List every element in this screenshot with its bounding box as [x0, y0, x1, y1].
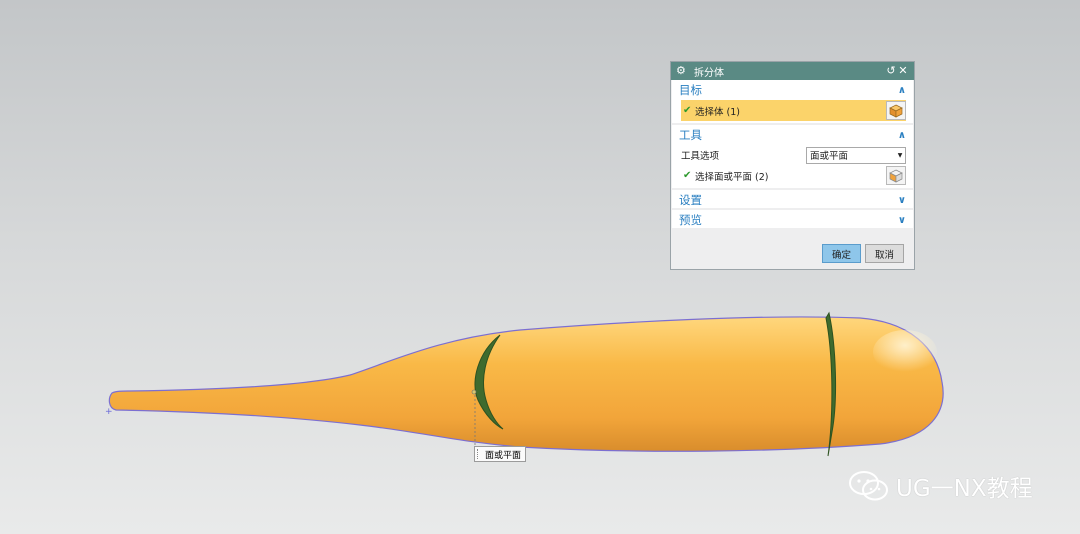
tool-option-value: 面或平面: [810, 151, 849, 162]
wechat-icon: [849, 471, 888, 501]
face-pick-point: [471, 389, 477, 395]
tool-header-label: 工具: [679, 128, 702, 142]
tool-group: 工具 ∧ 工具选项 面或平面 ▼ ✔ 选择面或平面 (2): [672, 125, 913, 190]
tooltip-text: 面或平面: [485, 450, 522, 461]
select-body-label: 选择体 (1): [695, 106, 740, 118]
origin-cross-icon: +: [105, 407, 113, 417]
graphics-viewport[interactable]: +: [0, 0, 1080, 534]
preview-header-label: 预览: [679, 213, 702, 227]
check-icon: ✔: [683, 105, 692, 116]
watermark-text: UG一NX教程: [896, 476, 1033, 502]
gear-icon[interactable]: ⚙: [676, 62, 688, 80]
preview-group: 预览 ∨: [672, 210, 913, 230]
model-canvas[interactable]: +: [0, 0, 1080, 534]
cube-icon: [889, 104, 903, 118]
tool-option-dropdown[interactable]: 面或平面 ▼: [806, 146, 906, 164]
cancel-button[interactable]: 取消: [864, 244, 904, 263]
preview-group-header[interactable]: 预览 ∨: [672, 210, 913, 230]
select-face-button[interactable]: [886, 166, 906, 185]
settings-group: 设置 ∨: [672, 190, 913, 210]
tool-group-header[interactable]: 工具 ∧: [672, 125, 913, 145]
target-header-label: 目标: [679, 83, 702, 97]
dialog-title-bar[interactable]: ⚙ 拆分体 ↺ ✕: [671, 62, 914, 80]
watermark: UG一NX教程: [848, 469, 1033, 503]
settings-header-label: 设置: [679, 193, 702, 207]
chevron-down-icon[interactable]: ∨: [898, 215, 906, 226]
target-group-header[interactable]: 目标 ∧: [672, 80, 913, 100]
chevron-up-icon[interactable]: ∧: [898, 85, 906, 96]
selection-tooltip: 面或平面: [474, 446, 527, 462]
settings-group-header[interactable]: 设置 ∨: [672, 190, 913, 210]
chevron-up-icon[interactable]: ∧: [898, 130, 906, 141]
body-highlight: [873, 330, 937, 374]
dropdown-arrow-icon: ▼: [897, 151, 903, 159]
select-face-label: 选择面或平面 (2): [695, 171, 769, 183]
dialog-title: 拆分体: [694, 67, 724, 79]
select-face-row[interactable]: ✔ 选择面或平面 (2): [681, 165, 906, 186]
select-body-button[interactable]: [886, 101, 906, 120]
tool-option-row: 工具选项 面或平面 ▼: [681, 145, 906, 165]
ok-button[interactable]: 确定: [821, 244, 861, 263]
solid-body[interactable]: [108, 316, 944, 452]
select-body-row[interactable]: ✔ 选择体 (1): [681, 100, 906, 121]
split-body-dialog[interactable]: ⚙ 拆分体 ↺ ✕ 目标 ∧ ✔ 选择体 (1) 工具 ∧ 工具选项 面或平面 …: [670, 61, 915, 270]
dialog-footer: 确定 取消: [821, 244, 904, 263]
check-icon: ✔: [683, 170, 692, 181]
close-icon[interactable]: ✕: [897, 62, 909, 80]
chevron-down-icon[interactable]: ∨: [898, 195, 906, 206]
face-cube-icon: [889, 169, 903, 183]
target-group: 目标 ∧ ✔ 选择体 (1): [672, 80, 913, 125]
tool-option-label: 工具选项: [681, 151, 720, 162]
reset-icon[interactable]: ↺: [885, 62, 897, 80]
